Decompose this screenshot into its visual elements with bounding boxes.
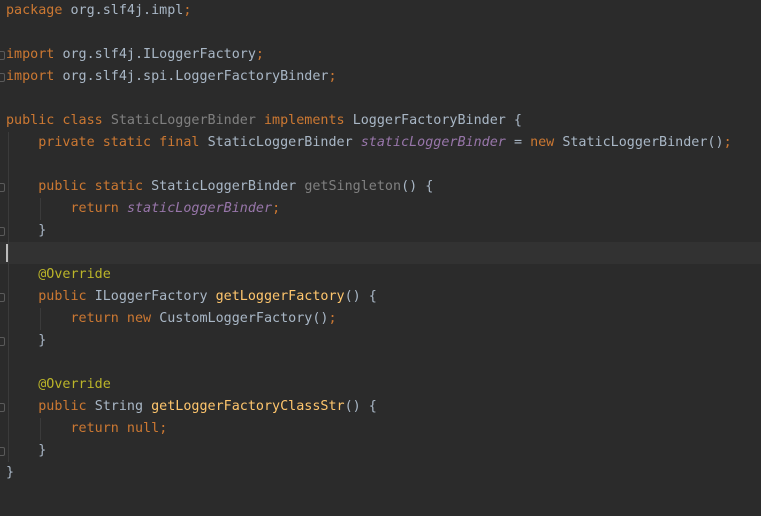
semicolon: ; bbox=[328, 311, 337, 326]
code-line-method-declaration[interactable]: public String getLoggerFactoryClassStr()… bbox=[6, 396, 377, 418]
code-line-close-brace[interactable]: } bbox=[6, 330, 46, 352]
method-name: getLoggerFactory bbox=[215, 289, 345, 304]
code-line-field[interactable]: private static final StaticLoggerBinder … bbox=[6, 132, 732, 154]
semicolon: ; bbox=[723, 135, 732, 150]
code-line-class-declaration[interactable]: public class StaticLoggerBinder implemen… bbox=[6, 110, 522, 132]
fold-marker[interactable] bbox=[0, 73, 5, 82]
punctuation: () { bbox=[344, 289, 377, 304]
punctuation: () { bbox=[344, 399, 377, 414]
constructor-call: StaticLoggerBinder() bbox=[562, 135, 724, 150]
keyword: public static bbox=[38, 179, 144, 194]
code-line-close-brace[interactable]: } bbox=[6, 220, 46, 242]
fold-marker[interactable] bbox=[0, 51, 5, 60]
semicolon: ; bbox=[159, 421, 168, 436]
keyword: return null bbox=[70, 421, 160, 436]
current-line-highlight bbox=[0, 242, 761, 264]
code-line-method-declaration[interactable]: public ILoggerFactory getLoggerFactory()… bbox=[6, 286, 377, 308]
method-name: getSingleton bbox=[304, 179, 402, 194]
package-name: org.slf4j.impl bbox=[70, 3, 184, 18]
keyword: public class bbox=[6, 113, 103, 128]
annotation: @Override bbox=[38, 267, 111, 282]
code-line-close-brace[interactable]: } bbox=[6, 440, 46, 462]
code-line-return[interactable]: return staticLoggerBinder; bbox=[6, 198, 281, 220]
code-line-import[interactable]: import org.slf4j.ILoggerFactory; bbox=[6, 44, 264, 66]
keyword: public bbox=[38, 289, 87, 304]
semicolon: ; bbox=[328, 69, 337, 84]
punctuation: } bbox=[6, 465, 15, 480]
type-name: ILoggerFactory bbox=[94, 289, 208, 304]
constructor-call: CustomLoggerFactory() bbox=[159, 311, 329, 326]
keyword: new bbox=[530, 135, 555, 150]
type-name: String bbox=[94, 399, 144, 414]
code-line-return[interactable]: return new CustomLoggerFactory(); bbox=[6, 308, 337, 330]
interface-name: LoggerFactoryBinder { bbox=[352, 113, 522, 128]
fold-marker[interactable] bbox=[0, 337, 5, 346]
import-path: org.slf4j.spi.LoggerFactoryBinder bbox=[62, 69, 329, 84]
fold-marker[interactable] bbox=[0, 447, 5, 456]
punctuation: } bbox=[38, 333, 47, 348]
keyword: return new bbox=[70, 311, 152, 326]
field-name: staticLoggerBinder bbox=[126, 201, 273, 216]
operator: = bbox=[513, 135, 522, 150]
method-name: getLoggerFactoryClassStr bbox=[151, 399, 345, 414]
type-name: StaticLoggerBinder bbox=[207, 135, 353, 150]
punctuation: () { bbox=[401, 179, 434, 194]
code-line-return[interactable]: return null; bbox=[6, 418, 168, 440]
keyword: implements bbox=[264, 113, 345, 128]
punctuation: } bbox=[38, 443, 47, 458]
code-line-method-declaration[interactable]: public static StaticLoggerBinder getSing… bbox=[6, 176, 433, 198]
keyword: package bbox=[6, 3, 63, 18]
keyword: private static final bbox=[38, 135, 200, 150]
keyword: import bbox=[6, 69, 55, 84]
semicolon: ; bbox=[272, 201, 281, 216]
class-name: StaticLoggerBinder bbox=[110, 113, 256, 128]
type-name: StaticLoggerBinder bbox=[151, 179, 297, 194]
code-line-package[interactable]: package org.slf4j.impl; bbox=[6, 0, 191, 22]
keyword: import bbox=[6, 47, 55, 62]
keyword: public bbox=[38, 399, 87, 414]
field-name: staticLoggerBinder bbox=[360, 135, 506, 150]
import-path: org.slf4j.ILoggerFactory bbox=[62, 47, 256, 62]
code-line-annotation[interactable]: @Override bbox=[6, 264, 111, 286]
code-line-close-brace[interactable]: } bbox=[6, 462, 14, 484]
punctuation: } bbox=[38, 223, 47, 238]
fold-marker[interactable] bbox=[0, 293, 5, 302]
annotation: @Override bbox=[38, 377, 111, 392]
code-line-import[interactable]: import org.slf4j.spi.LoggerFactoryBinder… bbox=[6, 66, 337, 88]
semicolon: ; bbox=[183, 3, 192, 18]
code-editor[interactable]: package org.slf4j.impl; import org.slf4j… bbox=[0, 0, 761, 516]
code-line-annotation[interactable]: @Override bbox=[6, 374, 111, 396]
fold-marker[interactable] bbox=[0, 183, 5, 192]
fold-marker[interactable] bbox=[0, 227, 5, 236]
fold-marker[interactable] bbox=[0, 403, 5, 412]
keyword: return bbox=[70, 201, 119, 216]
semicolon: ; bbox=[255, 47, 264, 62]
